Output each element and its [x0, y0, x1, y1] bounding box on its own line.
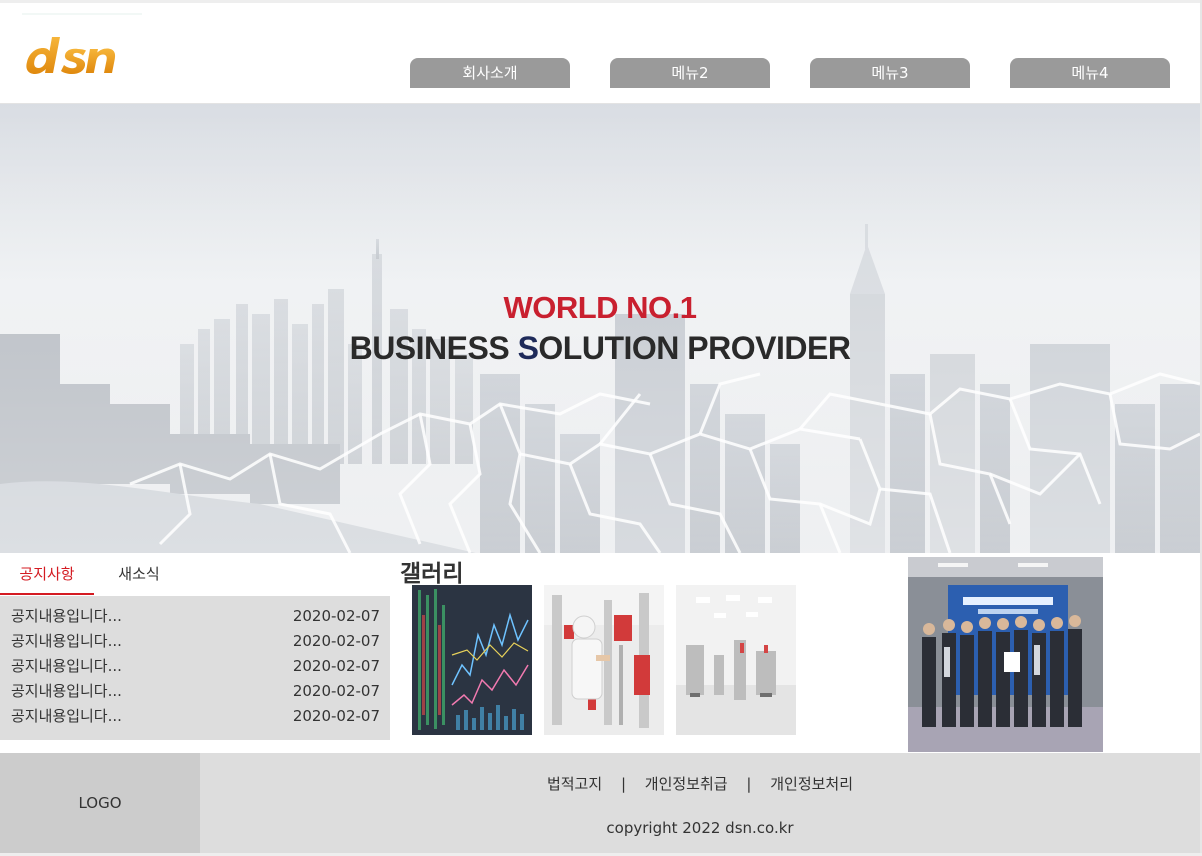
footer-link-privacy-processing[interactable]: 개인정보처리 [770, 775, 853, 793]
site-header: 회사소개 메뉴2 메뉴3 메뉴4 [0, 3, 1200, 104]
notice-date: 2020-02-07 [292, 632, 380, 650]
stock-chart-image [412, 585, 532, 735]
footer-separator: | [620, 775, 626, 793]
list-item[interactable]: 공지내용입니다... 2020-02-07 [0, 704, 390, 729]
nav-menu3[interactable]: 메뉴3 [810, 58, 970, 88]
hero-headline: WORLD NO.1 [503, 290, 697, 325]
lab-room-image [676, 585, 796, 735]
site-footer: LOGO 법적고지 | 개인정보취급 | 개인정보처리 copyright 20… [0, 753, 1200, 853]
gallery-thumb-lab[interactable] [676, 585, 796, 735]
notice-date: 2020-02-07 [292, 682, 380, 700]
tab-notice[interactable]: 공지사항 [0, 557, 94, 595]
notice-title: 공지내용입니다... [11, 657, 122, 675]
logo-underline [22, 13, 142, 15]
list-item[interactable]: 공지내용입니다... 2020-02-07 [0, 679, 390, 704]
hero-sub-prefix: BUSINESS [349, 330, 518, 366]
notice-title: 공지내용입니다... [11, 707, 122, 725]
list-item[interactable]: 공지내용입니다... 2020-02-07 [0, 604, 390, 629]
notice-tabs: 공지사항 새소식 [0, 557, 390, 595]
notice-date: 2020-02-07 [292, 657, 380, 675]
engineer-image [544, 585, 664, 735]
tab-news[interactable]: 새소식 [94, 557, 184, 595]
footer-separator: | [746, 775, 752, 793]
copyright-text: copyright 2022 dsn.co.kr [606, 819, 794, 837]
notice-title: 공지내용입니다... [11, 607, 122, 625]
city-skyline-image [0, 104, 1200, 553]
gallery-thumb-engineer[interactable] [544, 585, 664, 735]
list-item[interactable]: 공지내용입니다... 2020-02-07 [0, 629, 390, 654]
hero-banner: WORLD NO.1 BUSINESS SOLUTION PROVIDER [0, 104, 1200, 553]
nav-menu4[interactable]: 메뉴4 [1010, 58, 1170, 88]
notice-title: 공지내용입니다... [11, 682, 122, 700]
notice-date: 2020-02-07 [292, 607, 380, 625]
list-item[interactable]: 공지내용입니다... 2020-02-07 [0, 654, 390, 679]
dsn-logo-icon [26, 37, 116, 74]
group-photo-image [908, 557, 1103, 752]
nav-company-intro[interactable]: 회사소개 [410, 58, 570, 88]
footer-link-legal[interactable]: 법적고지 [547, 775, 602, 793]
notice-date: 2020-02-07 [292, 707, 380, 725]
hero-sub-highlight: S [517, 330, 539, 366]
gallery-title: 갤러리 [400, 561, 464, 587]
footer-links: 법적고지 | 개인정보취급 | 개인정보처리 [200, 773, 1200, 794]
footer-link-privacy-handling[interactable]: 개인정보취급 [645, 775, 728, 793]
hero-subheadline: BUSINESS SOLUTION PROVIDER [0, 330, 1200, 367]
dsn-logo[interactable] [22, 31, 142, 83]
notice-title: 공지내용입니다... [11, 632, 122, 650]
notice-list: 공지내용입니다... 2020-02-07 공지내용입니다... 2020-02… [0, 596, 390, 740]
hero-sub-suffix: OLUTION PROVIDER [538, 330, 851, 366]
footer-logo[interactable]: LOGO [0, 753, 200, 853]
nav-menu2[interactable]: 메뉴2 [610, 58, 770, 88]
gallery-thumb-stock-chart[interactable] [412, 585, 532, 735]
gallery-photo-agreement[interactable] [908, 557, 1103, 752]
